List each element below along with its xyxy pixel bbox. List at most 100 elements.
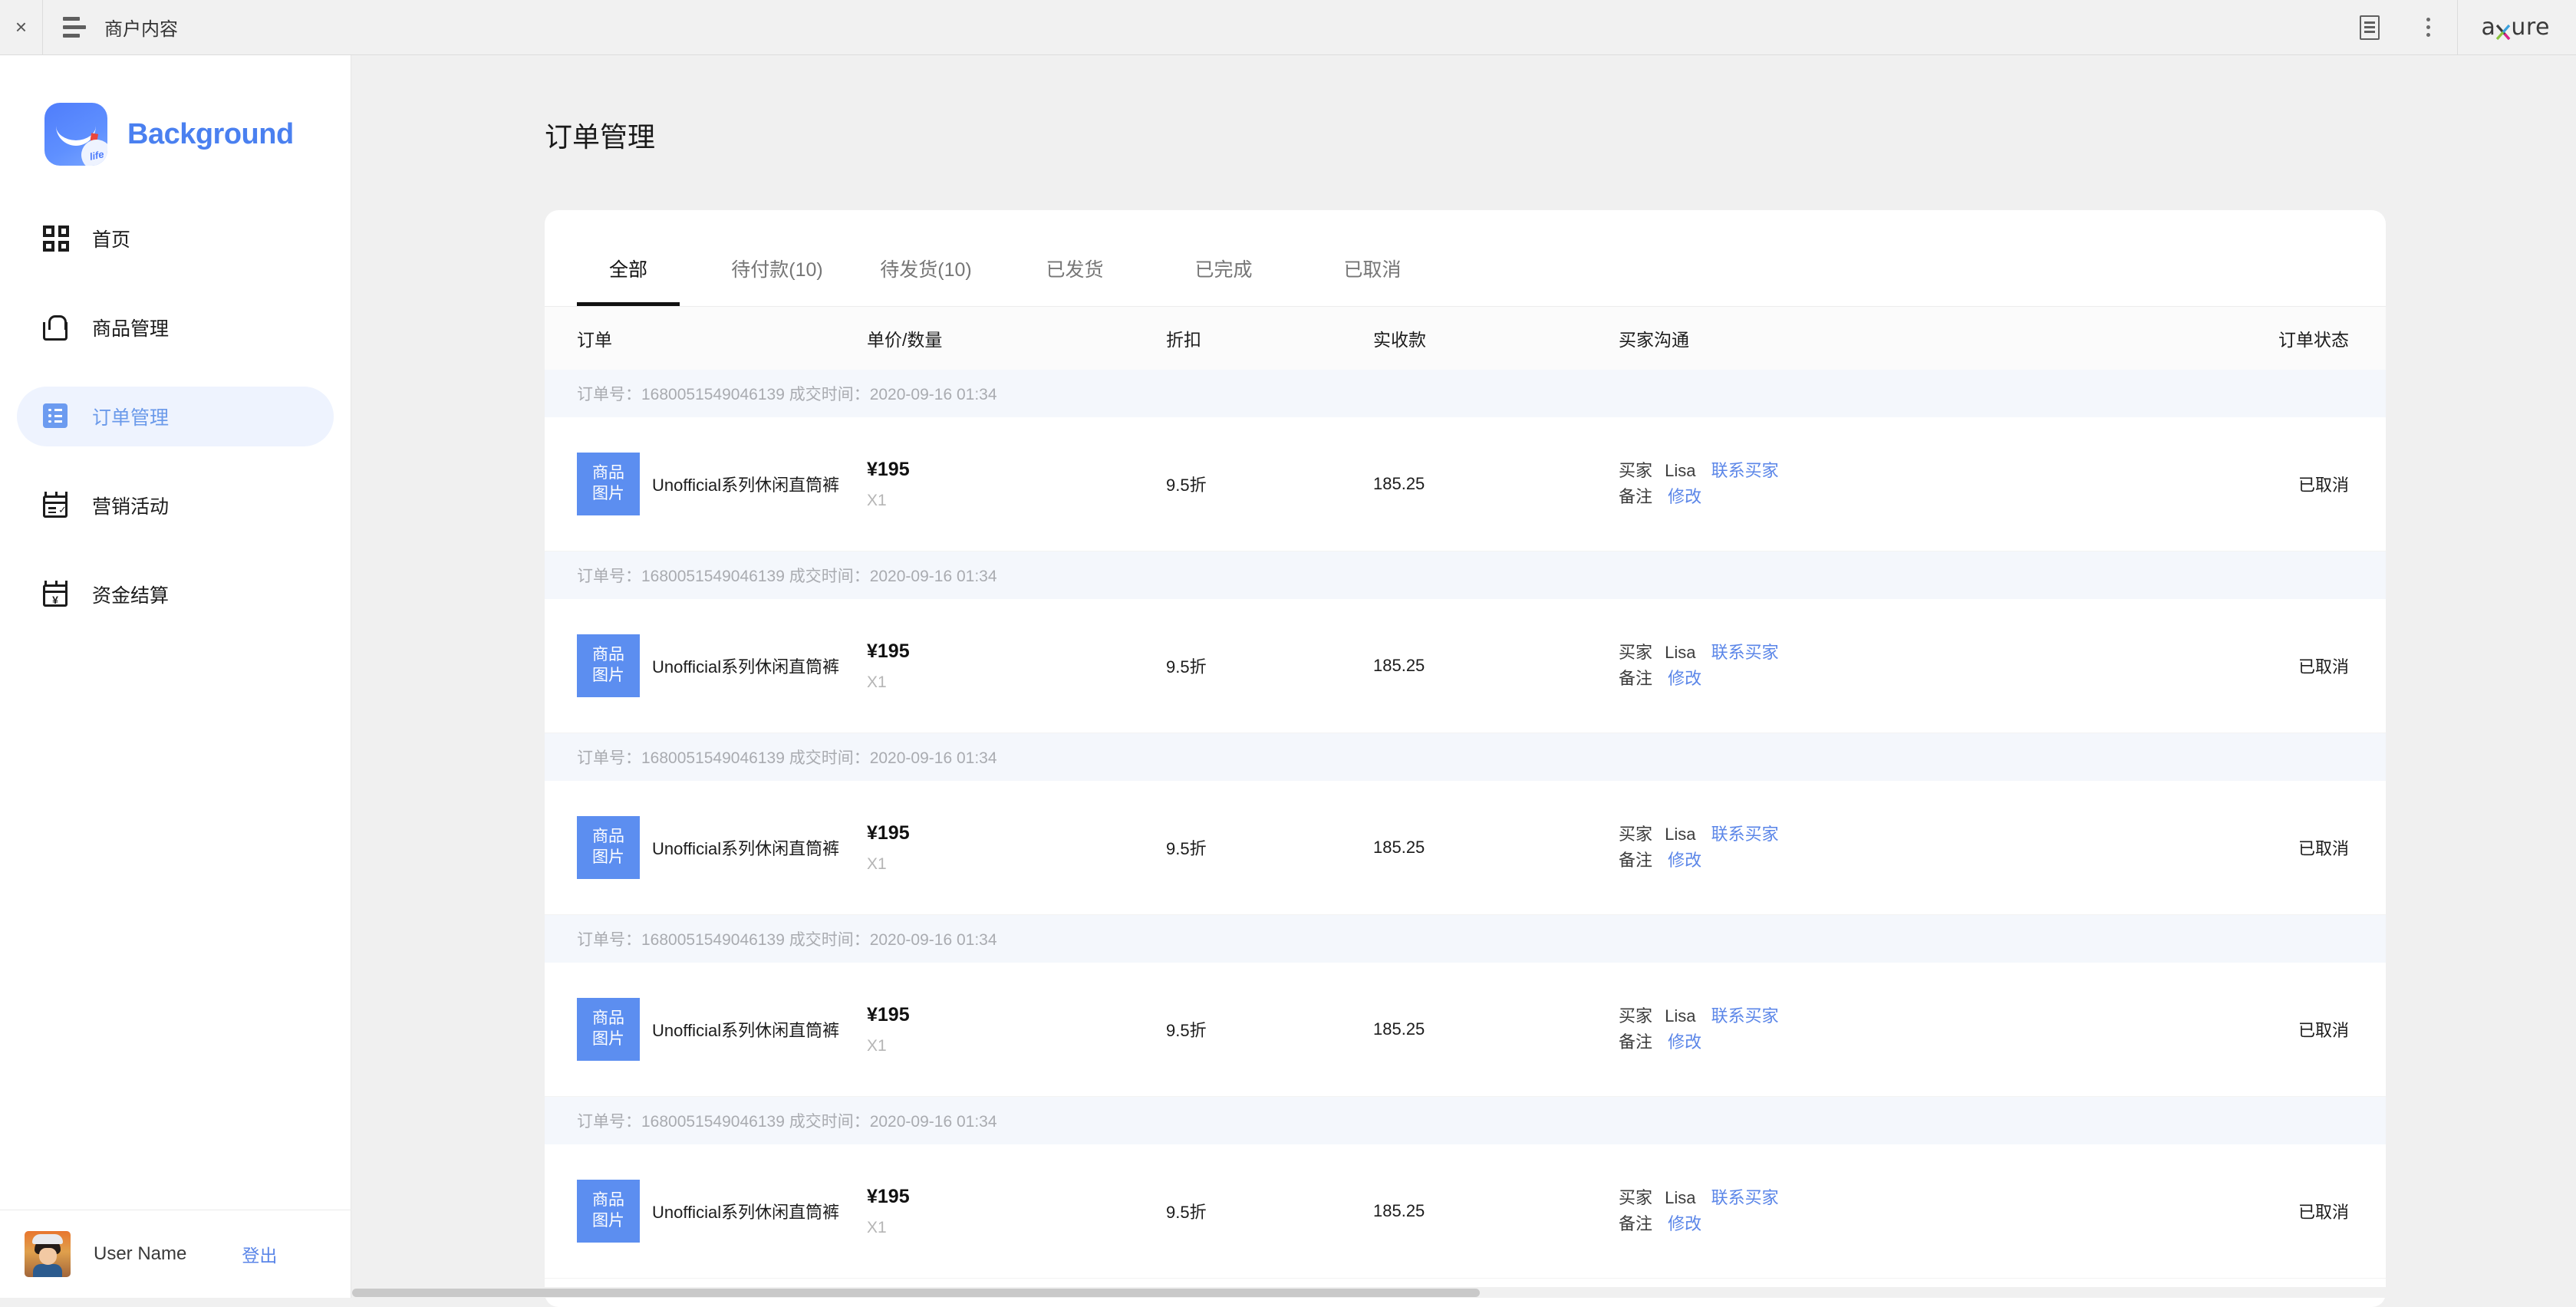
topbar-right-group: aure: [2340, 0, 2576, 55]
paid-amount-cell: 185.25: [1373, 474, 1619, 494]
product-image-placeholder[interactable]: 商品 图片: [577, 816, 640, 879]
price-cell: ¥195 X1: [867, 1004, 1166, 1055]
document-icon[interactable]: [2340, 0, 2399, 55]
buyer-label: 买家: [1619, 825, 1652, 844]
calendar-yen-icon: ¥: [43, 581, 69, 607]
thumb-line-2: 图片: [592, 848, 624, 868]
paid-amount-cell: 185.25: [1373, 1201, 1619, 1221]
sidebar-item-label: 商品管理: [92, 314, 169, 341]
product-image-placeholder[interactable]: 商品 图片: [577, 634, 640, 697]
thumb-line-1: 商品: [592, 645, 624, 666]
product-cell: 商品 图片 Unofficial系列休闲直筒裤: [545, 998, 867, 1061]
paid-amount-cell: 185.25: [1373, 838, 1619, 858]
sidebar-item-label: 资金结算: [92, 581, 169, 608]
sidebar-item-orders[interactable]: 订单管理: [17, 387, 334, 446]
note-label: 备注: [1619, 487, 1652, 506]
contact-buyer-link[interactable]: 联系买家: [1711, 643, 1779, 662]
discount-cell: 9.5折: [1166, 835, 1373, 860]
buyer-cell: 买家 Lisa 联系买家 备注 修改: [1619, 821, 2125, 874]
calendar-check-icon: ✓: [43, 492, 69, 519]
note-label: 备注: [1619, 851, 1652, 870]
discount-cell: 9.5折: [1166, 1017, 1373, 1042]
more-vertical-icon[interactable]: [2399, 0, 2457, 55]
sidebar-item-products[interactable]: 商品管理: [17, 298, 334, 357]
column-header-paid: 实收款: [1373, 325, 1619, 351]
buyer-label: 买家: [1619, 1188, 1652, 1207]
sidebar-item-home[interactable]: 首页: [17, 209, 334, 268]
unit-price: ¥195: [867, 1004, 1166, 1026]
grid-icon: [43, 226, 69, 252]
contact-buyer-link[interactable]: 联系买家: [1711, 825, 1779, 844]
product-name: Unofficial系列休闲直筒裤: [652, 1017, 839, 1042]
contact-buyer-link[interactable]: 联系买家: [1711, 1006, 1779, 1026]
column-header-status: 订单状态: [2125, 325, 2386, 351]
sidebar-item-label: 营销活动: [92, 492, 169, 519]
axure-logo-a: a: [2481, 14, 2495, 41]
tab-cancelled[interactable]: 已取消: [1321, 210, 1424, 306]
hamburger-icon[interactable]: [63, 17, 86, 38]
buyer-label: 买家: [1619, 1006, 1652, 1026]
unit-price: ¥195: [867, 1186, 1166, 1208]
thumb-line-2: 图片: [592, 666, 624, 686]
sidebar-item-label: 首页: [92, 225, 130, 252]
product-cell: 商品 图片 Unofficial系列休闲直筒裤: [545, 453, 867, 515]
product-cell: 商品 图片 Unofficial系列休闲直筒裤: [545, 1180, 867, 1243]
table-row[interactable]: 商品 图片 Unofficial系列休闲直筒裤 ¥195 X1 9.5折 185…: [545, 417, 2386, 551]
order-meta: 订单号：1680051549046139 成交时间：2020-09-16 01:…: [545, 1097, 2386, 1144]
price-cell: ¥195 X1: [867, 640, 1166, 692]
edit-note-link[interactable]: 修改: [1668, 487, 1701, 506]
edit-note-link[interactable]: 修改: [1668, 1032, 1701, 1052]
user-name: User Name: [94, 1243, 186, 1265]
product-name: Unofficial系列休闲直筒裤: [652, 1199, 839, 1223]
order-meta: 订单号：1680051549046139 成交时间：2020-09-16 01:…: [545, 733, 2386, 781]
contact-buyer-link[interactable]: 联系买家: [1711, 461, 1779, 480]
horizontal-scrollbar[interactable]: [352, 1287, 2576, 1298]
close-icon[interactable]: ×: [0, 0, 43, 55]
edit-note-link[interactable]: 修改: [1668, 669, 1701, 688]
axure-logo: aure: [2457, 0, 2576, 55]
column-header-buyer: 买家沟通: [1619, 325, 2125, 351]
sidebar-item-marketing[interactable]: ✓ 营销活动: [17, 476, 334, 535]
note-label: 备注: [1619, 669, 1652, 688]
unit-price: ¥195: [867, 459, 1166, 481]
buyer-cell: 买家 Lisa 联系买家 备注 修改: [1619, 640, 2125, 692]
sidebar-item-settlement[interactable]: ¥ 资金结算: [17, 565, 334, 624]
price-cell: ¥195 X1: [867, 459, 1166, 510]
product-image-placeholder[interactable]: 商品 图片: [577, 1180, 640, 1243]
paid-amount-cell: 185.25: [1373, 656, 1619, 676]
thumb-line-2: 图片: [592, 484, 624, 505]
avatar[interactable]: [25, 1231, 71, 1277]
scrollbar-thumb[interactable]: [352, 1289, 1480, 1297]
product-cell: 商品 图片 Unofficial系列休闲直筒裤: [545, 634, 867, 697]
page-title: 订单管理: [352, 55, 2576, 155]
product-image-placeholder[interactable]: 商品 图片: [577, 998, 640, 1061]
column-header-discount: 折扣: [1166, 325, 1373, 351]
table-row[interactable]: 商品 图片 Unofficial系列休闲直筒裤 ¥195 X1 9.5折 185…: [545, 599, 2386, 733]
app-logo-icon: life: [44, 103, 107, 166]
unit-price: ¥195: [867, 640, 1166, 663]
product-cell: 商品 图片 Unofficial系列休闲直筒裤: [545, 816, 867, 879]
thumb-line-2: 图片: [592, 1211, 624, 1232]
tab-shipped[interactable]: 已发货: [1023, 210, 1126, 306]
table-row[interactable]: 商品 图片 Unofficial系列休闲直筒裤 ¥195 X1 9.5折 185…: [545, 781, 2386, 915]
edit-note-link[interactable]: 修改: [1668, 851, 1701, 870]
tab-completed[interactable]: 已完成: [1172, 210, 1275, 306]
product-image-placeholder[interactable]: 商品 图片: [577, 453, 640, 515]
contact-buyer-link[interactable]: 联系买家: [1711, 1188, 1779, 1207]
thumb-line-1: 商品: [592, 827, 624, 848]
tab-all[interactable]: 全部: [577, 210, 680, 306]
buyer-cell: 买家 Lisa 联系买家 备注 修改: [1619, 1185, 2125, 1237]
table-row[interactable]: 商品 图片 Unofficial系列休闲直筒裤 ¥195 X1 9.5折 185…: [545, 1144, 2386, 1279]
brand-name: Background: [127, 118, 294, 151]
tab-unpaid[interactable]: 待付款(10): [726, 210, 828, 306]
logout-button[interactable]: 登出: [242, 1241, 277, 1267]
discount-cell: 9.5折: [1166, 1199, 1373, 1223]
thumb-line-1: 商品: [592, 1190, 624, 1211]
table-row[interactable]: 商品 图片 Unofficial系列休闲直筒裤 ¥195 X1 9.5折 185…: [545, 963, 2386, 1097]
price-cell: ¥195 X1: [867, 1186, 1166, 1237]
edit-note-link[interactable]: 修改: [1668, 1214, 1701, 1233]
tab-to-ship[interactable]: 待发货(10): [875, 210, 977, 306]
orders-tabs: 全部 待付款(10) 待发货(10) 已发货 已完成 已取消: [545, 210, 2386, 306]
order-meta: 订单号：1680051549046139 成交时间：2020-09-16 01:…: [545, 915, 2386, 963]
axure-topbar: × 商户内容 aure: [0, 0, 2576, 55]
